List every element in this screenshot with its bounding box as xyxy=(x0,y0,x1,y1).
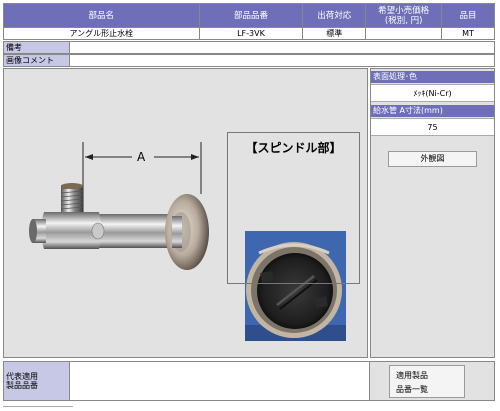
representative-products-row: 代表適用 製品品番 適用製品 品番一覧 xyxy=(3,361,495,401)
dimension-a-label: A xyxy=(137,150,146,164)
image-comment-label: 画像コメント xyxy=(4,55,70,66)
col-price-header: 希望小売価格 (税別, 円) xyxy=(365,3,443,28)
remarks-label: 備考 xyxy=(4,42,70,53)
product-image-area: A 【スピンドル部】 xyxy=(3,68,368,358)
spindle-photo xyxy=(245,231,346,341)
representative-products-field xyxy=(70,362,370,400)
supply-pipe-value: 75 xyxy=(371,118,494,136)
surface-treatment-label: 表面処理･色 xyxy=(371,71,494,83)
spec-panel: 表面処理･色 ﾒｯｷ(Ni-Cr) 給水管 A寸法(mm) 75 外観図 xyxy=(370,68,495,358)
surface-treatment-value: ﾒｯｷ(Ni-Cr) xyxy=(371,84,494,102)
applicable-products-line2: 品番一覧 xyxy=(396,385,428,394)
col-part-name-header: 部品名 xyxy=(3,3,200,28)
footer-divider xyxy=(3,406,73,407)
item-value: MT xyxy=(441,27,495,40)
exterior-view-button[interactable]: 外観図 xyxy=(388,151,477,167)
applicable-products-line1: 適用製品 xyxy=(396,371,428,380)
valve-illustration xyxy=(29,142,346,341)
col-item-header: 品目 xyxy=(441,3,495,28)
supply-pipe-label: 給水管 A寸法(mm) xyxy=(371,105,494,117)
image-comment-row: 画像コメント xyxy=(3,54,495,67)
header-row: 部品名 部品品番 出荷対応 希望小売価格 (税別, 円) 品目 xyxy=(3,3,495,28)
representative-products-label: 代表適用 製品品番 xyxy=(4,362,70,400)
representative-label-line1: 代表適用 xyxy=(6,372,38,381)
part-number-value: LF-3VK xyxy=(198,27,304,40)
applicable-products-button[interactable]: 適用製品 品番一覧 xyxy=(389,365,465,398)
price-value xyxy=(365,27,443,40)
remarks-row: 備考 xyxy=(3,41,495,54)
shipping-value: 標準 xyxy=(302,27,367,40)
representative-label-line2: 製品品番 xyxy=(6,381,38,390)
part-values-row: アングル形止水栓 LF-3VK 標準 MT xyxy=(3,27,495,40)
col-shipping-header: 出荷対応 xyxy=(302,3,367,28)
col-part-number-header: 部品品番 xyxy=(198,3,304,28)
part-name-value: アングル形止水栓 xyxy=(3,27,200,40)
part-header-table: 部品名 部品品番 出荷対応 希望小売価格 (税別, 円) 品目 アングル形止水栓… xyxy=(3,3,495,40)
